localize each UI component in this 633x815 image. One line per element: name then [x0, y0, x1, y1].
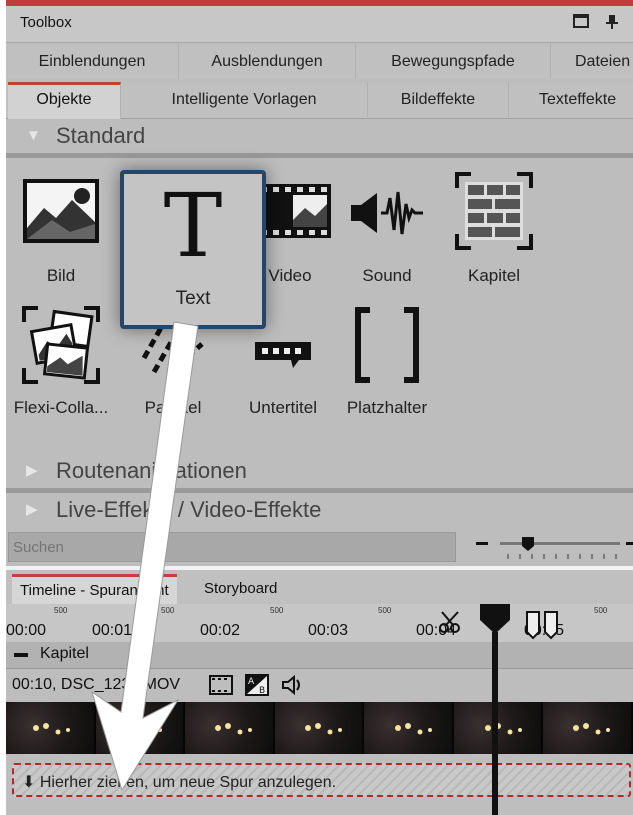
drag-arrow-overlay [91, 321, 199, 792]
drag-arrow-icon [91, 321, 199, 792]
